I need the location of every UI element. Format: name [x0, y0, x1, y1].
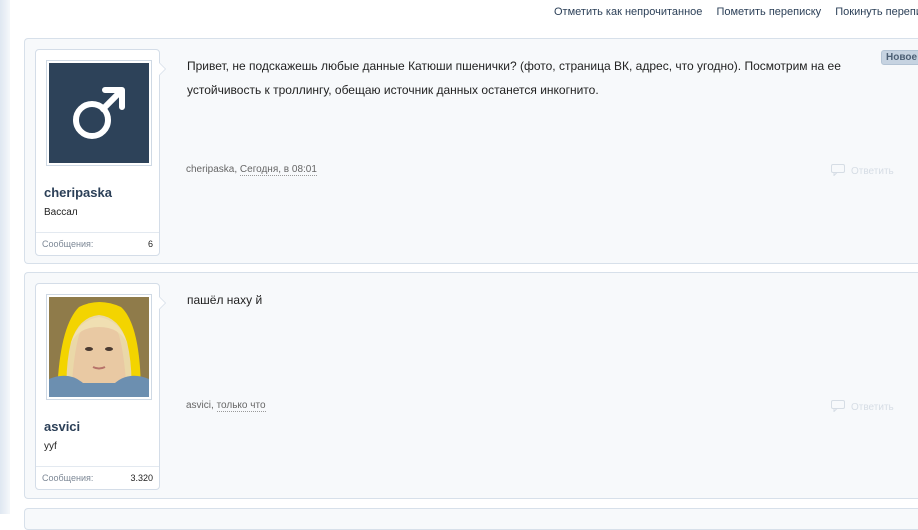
user-photo [49, 297, 149, 397]
star-conversation-link[interactable]: Пометить переписку [716, 6, 821, 18]
message-2: asvici yyf Сообщения: 3.320 пашёл наху й… [24, 272, 918, 499]
user-title: Вассал [44, 207, 78, 218]
post-meta: asvici, только что [186, 400, 266, 412]
post-author[interactable]: cheripaska [186, 164, 234, 175]
post-meta: cheripaska, Сегодня, в 08:01 [186, 164, 317, 176]
reply-button[interactable]: Ответить [831, 164, 894, 179]
message-count: Сообщения: 6 [36, 232, 159, 255]
message-count-value[interactable]: 3.320 [130, 473, 153, 483]
avatar[interactable] [46, 60, 152, 166]
post-author[interactable]: asvici [186, 400, 211, 411]
reply-label: Ответить [851, 402, 894, 413]
message-count-label: Сообщения: [42, 473, 94, 483]
new-badge: Новое [881, 50, 918, 65]
user-title: yyf [44, 441, 57, 452]
left-edge-gradient [0, 0, 10, 514]
reply-label: Ответить [851, 166, 894, 177]
mark-unread-link[interactable]: Отметить как непрочитанное [554, 6, 702, 18]
meta-separator: , [211, 400, 217, 411]
user-card: cheripaska Вассал Сообщения: 6 [35, 49, 166, 256]
username[interactable]: cheripaska [44, 185, 159, 200]
avatar[interactable] [46, 294, 152, 400]
message-text: пашёл наху й [187, 293, 263, 307]
male-symbol-icon [49, 63, 149, 163]
reply-icon [831, 164, 845, 179]
message-count: Сообщения: 3.320 [36, 466, 159, 489]
conversation-actions: Отметить как непрочитанное Пометить пере… [554, 6, 918, 18]
message-text: Привет, не подскажешь любые данные Катюш… [187, 59, 841, 97]
message-count-value[interactable]: 6 [148, 239, 153, 249]
username[interactable]: asvici [44, 419, 159, 434]
message-3-partial [24, 508, 918, 530]
leave-conversation-link[interactable]: Покинуть переписку [835, 6, 918, 18]
user-card: asvici yyf Сообщения: 3.320 [35, 283, 166, 490]
reply-button[interactable]: Ответить [831, 400, 894, 415]
post-date[interactable]: только что [216, 400, 266, 412]
reply-icon [831, 400, 845, 415]
post-date[interactable]: Сегодня, в 08:01 [239, 164, 317, 176]
message-count-label: Сообщения: [42, 239, 94, 249]
message-1: cheripaska Вассал Сообщения: 6 Привет, н… [24, 38, 918, 264]
